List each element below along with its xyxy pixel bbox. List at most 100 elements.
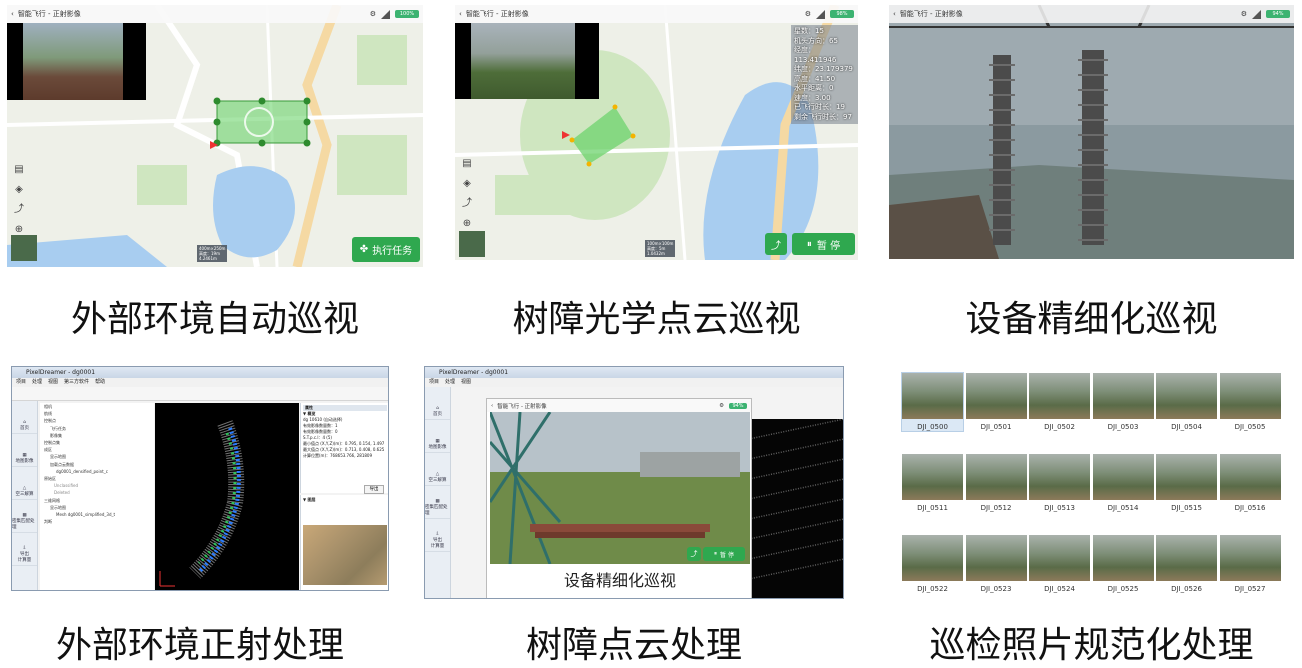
nav-item[interactable]: ▩ 密集匹配处理 <box>12 500 37 533</box>
tree-item[interactable]: 显示地图 <box>44 453 154 460</box>
tree-item[interactable]: dg0001_densified_point_c <box>44 468 154 475</box>
exit-icon[interactable]: ⤴ <box>460 197 474 211</box>
ortho-preview[interactable] <box>303 525 387 585</box>
tree-item[interactable]: 三维网格 <box>44 497 154 504</box>
exit-icon[interactable]: ⤴ <box>12 203 26 217</box>
nav-item[interactable]: ▦ 地图影像 <box>425 420 450 453</box>
back-icon[interactable]: ‹ <box>491 403 493 409</box>
settings-icon[interactable]: ⚙ <box>1241 10 1247 18</box>
nav-item[interactable]: ⌂ 首页 <box>12 401 37 434</box>
battery-indicator: 98% <box>830 10 854 18</box>
camera-feed[interactable] <box>490 412 750 564</box>
nav-item[interactable]: △ 空三解算 <box>425 453 450 486</box>
menu-item[interactable]: 视图 <box>48 378 58 387</box>
photo-thumbnail[interactable]: DJI_0501 <box>965 373 1027 431</box>
nav-item[interactable]: ⇩ 导出 计算量 <box>12 533 37 566</box>
menu-item[interactable]: 项目 <box>429 378 439 387</box>
settings-icon[interactable]: ⚙ <box>719 403 724 409</box>
menu-item[interactable]: 帮助 <box>95 378 105 387</box>
export-button[interactable]: 导出 <box>364 485 384 494</box>
tree-item[interactable]: 影像集 <box>44 432 154 439</box>
minimap-thumbnail[interactable] <box>459 231 485 257</box>
caption-3: 设备精细化巡视 <box>965 299 1218 340</box>
photo-thumbnail[interactable]: DJI_0503 <box>1092 373 1154 431</box>
tree-item[interactable]: Unclassified <box>44 482 154 489</box>
photo-thumbnail[interactable]: DJI_0526 <box>1156 535 1217 593</box>
nav-item[interactable]: ▩ 密集匹配处理 <box>425 486 450 519</box>
photo-thumbnail[interactable]: DJI_0515 <box>1156 454 1217 512</box>
tree-item[interactable]: 显示地图 <box>44 504 154 511</box>
tree-item[interactable]: Deleted <box>44 489 154 496</box>
document-icon[interactable]: ▤ <box>460 157 474 171</box>
photo-filename: DJI_0500 <box>917 423 948 431</box>
pointcloud-viewport[interactable] <box>749 419 844 599</box>
photo-image <box>965 454 1027 500</box>
telemetry-line: 纬度：23.179379 <box>794 65 853 73</box>
tree-item[interactable]: 控制点集 <box>44 439 154 446</box>
photo-thumbnail[interactable]: DJI_0511 <box>902 454 963 512</box>
back-icon[interactable]: ‹ <box>11 10 14 18</box>
camera-thumbnail[interactable] <box>7 23 146 100</box>
back-icon[interactable]: ‹ <box>459 10 462 18</box>
tree-item[interactable]: 相机 <box>44 403 154 410</box>
settings-icon[interactable]: ⚙ <box>805 10 811 18</box>
signal-icon <box>381 9 390 19</box>
camera-feed[interactable] <box>889 5 1294 259</box>
layers-icon[interactable]: ◈ <box>460 177 474 191</box>
map-tools: ▤ ◈ ⤴ ⊕ <box>12 163 26 237</box>
telemetry-line: 剩余飞行时长：97 <box>794 112 852 121</box>
photo-image <box>965 373 1027 419</box>
camera-thumbnail[interactable] <box>455 23 599 99</box>
nav-item[interactable]: △ 空三解算 <box>12 467 37 500</box>
document-icon[interactable]: ▤ <box>12 163 26 177</box>
nav-item[interactable]: ⌂ 首页 <box>425 387 450 420</box>
tree-item[interactable]: 加载点云数据 <box>44 461 154 468</box>
nav-item[interactable]: ⇩ 导出 计算量 <box>425 519 450 552</box>
pause-button[interactable]: ⏸ 暂 停 <box>703 547 745 561</box>
back-icon[interactable]: ‹ <box>893 10 896 18</box>
locate-icon[interactable]: ⊕ <box>460 217 474 231</box>
tree-item[interactable]: 成区 <box>44 446 154 453</box>
photo-thumbnail[interactable]: DJI_0513 <box>1029 454 1090 512</box>
photo-thumbnail[interactable]: DJI_0502 <box>1029 373 1090 431</box>
tree-item[interactable]: 判断 <box>44 518 154 525</box>
tree-item[interactable]: 原始区 <box>44 475 154 482</box>
tree-item[interactable]: 飞行任务 <box>44 425 154 432</box>
photo-thumbnail[interactable]: DJI_0500 <box>901 372 964 432</box>
photo-thumbnail[interactable]: DJI_0516 <box>1219 454 1281 512</box>
photo-thumbnail[interactable]: DJI_0504 <box>1156 373 1217 431</box>
pause-button[interactable]: ⏸ 暂 停 <box>792 233 855 255</box>
photo-thumbnail[interactable]: DJI_0512 <box>965 454 1027 512</box>
tree-item[interactable]: Mesh dg0001_simplified_3d_t <box>44 511 154 518</box>
nav-item[interactable]: ▦ 地图影像 <box>12 434 37 467</box>
takeoff-button[interactable]: ⤴ <box>765 233 787 255</box>
menu-item[interactable]: 处理 <box>445 378 455 387</box>
photo-thumbnail[interactable]: DJI_0524 <box>1029 535 1090 593</box>
settings-icon[interactable]: ⚙ <box>370 10 376 18</box>
layers-section[interactable]: ▼ 图层 <box>303 497 387 503</box>
photo-thumbnail[interactable]: DJI_0523 <box>965 535 1027 593</box>
tree-item[interactable]: 控制点 <box>44 417 154 424</box>
telemetry-line: 高度：41.50 <box>794 74 836 83</box>
photo-image <box>1156 373 1217 419</box>
photo-thumbnail[interactable]: DJI_0525 <box>1092 535 1154 593</box>
menu-item[interactable]: 处理 <box>32 378 42 387</box>
toolbar[interactable] <box>12 387 388 401</box>
caption-6: 巡检照片规范化处理 <box>929 625 1254 666</box>
left-nav: ⌂ 首页 ▦ 地图影像 △ 空三解算 ▩ 密集匹配处理 ⇩ 导出 计算量 <box>12 401 38 590</box>
execute-task-button[interactable]: ✤ 执行任务 <box>352 237 420 262</box>
minimap-thumbnail[interactable] <box>11 235 37 261</box>
scale-info: 400m×250m 高度：19m 4.2461m <box>197 245 228 262</box>
menu-item[interactable]: 视图 <box>461 378 471 387</box>
tree-item[interactable]: 航线 <box>44 410 154 417</box>
menu-item[interactable]: 第三方软件 <box>64 378 89 387</box>
photo-thumbnail[interactable]: DJI_0522 <box>902 535 963 593</box>
photo-thumbnail[interactable]: DJI_0514 <box>1092 454 1154 512</box>
3d-viewport[interactable] <box>155 403 299 591</box>
takeoff-button[interactable]: ⤴ <box>687 547 701 561</box>
nav-label: 首页 <box>20 426 29 431</box>
layers-icon[interactable]: ◈ <box>12 183 26 197</box>
photo-thumbnail[interactable]: DJI_0505 <box>1219 373 1281 431</box>
photo-thumbnail[interactable]: DJI_0527 <box>1219 535 1281 593</box>
menu-item[interactable]: 项目 <box>16 378 26 387</box>
